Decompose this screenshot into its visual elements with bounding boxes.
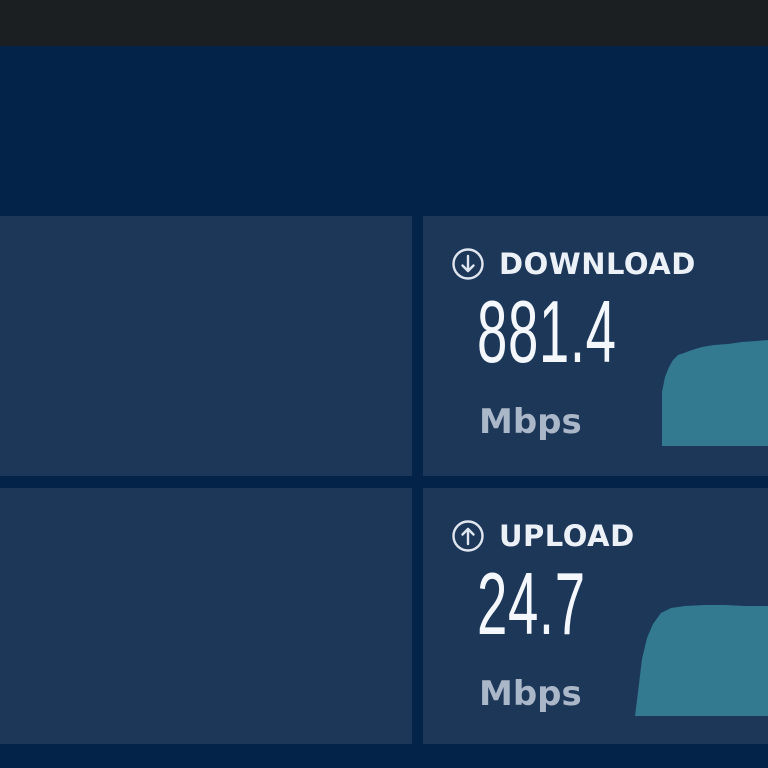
upload-title: UPLOAD: [499, 519, 635, 553]
download-panel: DOWNLOAD 881.4 Mbps: [423, 216, 768, 476]
download-sparkline: [662, 340, 768, 446]
left-top-panel: [0, 216, 412, 476]
upload-header: UPLOAD: [451, 518, 635, 554]
arrow-up-circle-icon: [452, 520, 484, 552]
download-header: DOWNLOAD: [451, 246, 696, 282]
upload-value: 24.7: [477, 554, 586, 653]
upload-unit: Mbps: [479, 674, 582, 714]
download-unit: Mbps: [479, 402, 582, 442]
upload-sparkline: [635, 605, 768, 716]
top-bar: [0, 0, 768, 46]
upload-panel: UPLOAD 24.7 Mbps: [423, 488, 768, 744]
arrow-down-circle-icon: [452, 248, 484, 280]
download-value: 881.4: [477, 282, 617, 381]
left-bottom-panel: [0, 488, 412, 744]
download-title: DOWNLOAD: [499, 247, 696, 281]
